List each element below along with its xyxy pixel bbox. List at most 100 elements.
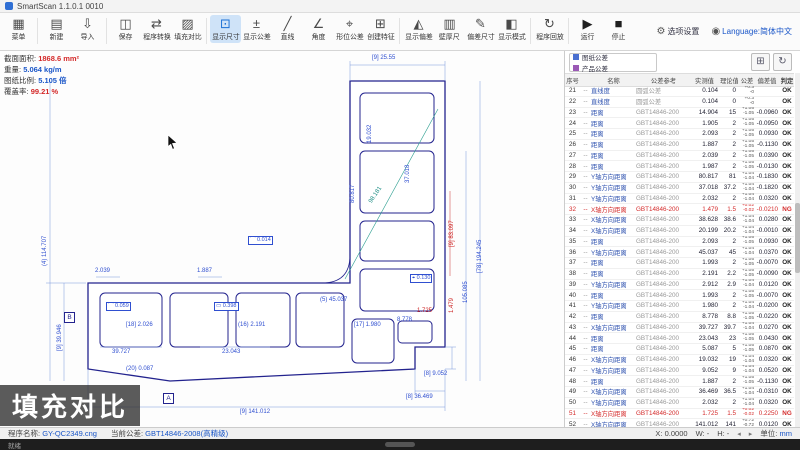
- cell-deviation: 0.0520: [756, 367, 780, 374]
- cell-tol-ref: GBT14846-200: [636, 388, 691, 395]
- cell-name: 距离: [591, 334, 636, 343]
- table-row[interactable]: 27--距离GBT14846-2002.0392+1.05-1.050.0390…: [565, 151, 794, 162]
- table-row[interactable]: 46--X轴方向距离GBT14846-20019.03219+1.04-1.04…: [565, 355, 794, 366]
- cell-result: OK: [780, 216, 794, 223]
- table-row[interactable]: 51--X轴方向距离GBT14846-2001.7251.5+0.02-0.02…: [565, 409, 794, 420]
- cell-tol-ref: GBT14846-200: [636, 259, 691, 266]
- table-row[interactable]: 28--距离GBT14846-2001.9872+1.05-1.05-0.013…: [565, 161, 794, 172]
- cell-nominal: 23: [720, 335, 738, 342]
- toolbar-item-display-mode[interactable]: ◧显示模式: [496, 15, 527, 43]
- table-row[interactable]: 23--距离GBT14846-20014.90415+1.05-1.05-0.0…: [565, 108, 794, 119]
- cell-measured: 36.469: [691, 388, 720, 395]
- table-row[interactable]: 49--X轴方向距离GBT14846-20036.46936.5+1.04-1.…: [565, 387, 794, 398]
- toolbar-item-line[interactable]: ╱直线: [272, 15, 303, 43]
- table-scrollbar[interactable]: [795, 73, 800, 427]
- table-row[interactable]: 40--距离GBT14846-2001.9932+1.05-1.05-0.007…: [565, 290, 794, 301]
- toolbar-item-program-replay[interactable]: ↻程序回放: [534, 15, 565, 43]
- scrollbar-thumb[interactable]: [795, 203, 800, 273]
- table-row[interactable]: 52--X轴方向距离GBT14846-200141.012141+0.72-0.…: [565, 419, 794, 427]
- legend-expand-button[interactable]: ⊞: [751, 53, 770, 71]
- toolbar-item-fill-compare[interactable]: ▨填充对比: [172, 15, 203, 43]
- cell-tol-ref: GBT14846-200: [636, 356, 691, 363]
- coord-h: H: -: [717, 429, 729, 438]
- cell-nominal: 37.2: [720, 184, 738, 191]
- cell-name: Y轴方向距离: [591, 301, 636, 310]
- table-row[interactable]: 31--Y轴方向距离GBT14846-2002.0322+1.04-1.040.…: [565, 194, 794, 205]
- table-row[interactable]: 44--距离GBT14846-20023.04323+1.05-1.050.04…: [565, 333, 794, 344]
- table-header: 序号名称公差参考实测值理论值公差偏差值判定: [565, 73, 794, 87]
- table-row[interactable]: 32--X轴方向距离GBT14846-2001.4791.5+0.02-0.02…: [565, 204, 794, 215]
- cell-measured: 0.104: [691, 87, 720, 94]
- table-row[interactable]: 26--距离GBT14846-2001.8872+1.05-1.05-0.113…: [565, 140, 794, 151]
- language-selector[interactable]: ◉Language:简体中文: [711, 21, 792, 39]
- table-row[interactable]: 41--Y轴方向距离GBT14846-2001.9802+1.04-1.04-0…: [565, 301, 794, 312]
- prev-arrow-icon[interactable]: ◂: [737, 430, 741, 438]
- table-row[interactable]: 30--Y轴方向距离GBT14846-20037.01837.2+1.04-1.…: [565, 183, 794, 194]
- cell-name: 距离: [591, 108, 636, 117]
- cell-deviation: -0.0070: [756, 292, 780, 299]
- toolbar-item-label: 程序回放: [536, 31, 564, 41]
- toolbar-item-create-feature[interactable]: ⊞创建特征: [365, 15, 396, 43]
- cell-result: OK: [780, 302, 794, 309]
- toolbar-item-stop[interactable]: ■停止: [603, 15, 634, 43]
- table-row[interactable]: 39--Y轴方向距离GBT14846-2002.9122.9+1.04-1.04…: [565, 280, 794, 291]
- table-row[interactable]: 22--直线度圆弧公差0.1040+0.3-0OK: [565, 97, 794, 108]
- table-row[interactable]: 29--Y轴方向距离GBT14846-20080.81781+1.04-1.04…: [565, 172, 794, 183]
- cell-nominal: 2: [720, 238, 738, 245]
- table-row[interactable]: 43--X轴方向距离GBT14846-20039.72739.7+1.04-1.…: [565, 323, 794, 334]
- table-row[interactable]: 21--直线度圆弧公差0.1040+0.3-0OK: [565, 86, 794, 97]
- toolbar-item-program-convert[interactable]: ⇄程序转换: [141, 15, 172, 43]
- table-row[interactable]: 36--Y轴方向距离GBT14846-20045.03745+1.04-1.04…: [565, 247, 794, 258]
- cell-deviation: -0.1830: [756, 173, 780, 180]
- toolbar-item-show-tolerance[interactable]: ±显示公差: [241, 15, 272, 43]
- taskbar-handle[interactable]: [385, 442, 415, 447]
- toolbar-item-new[interactable]: ▤新建: [41, 15, 72, 43]
- toolbar-item-gdt[interactable]: ⌖形位公差: [334, 15, 365, 43]
- table-row[interactable]: 38--距离GBT14846-2002.1912.2+1.05-1.05-0.0…: [565, 269, 794, 280]
- table-row[interactable]: 47--Y轴方向距离GBT14846-2009.0529+1.04-1.040.…: [565, 366, 794, 377]
- cell-name: X轴方向距离: [591, 205, 636, 214]
- toolbar-item-angle[interactable]: ∠角度: [303, 15, 334, 43]
- toolbar-item-label: 形位公差: [336, 31, 364, 41]
- table-row[interactable]: 37--距离GBT14846-2001.9932+1.05-1.05-0.007…: [565, 258, 794, 269]
- cell-prefix: --: [580, 195, 591, 202]
- toolbar-item-show-deviation[interactable]: ◭显示偏差: [403, 15, 434, 43]
- cell-result: OK: [780, 345, 794, 352]
- display-mode-icon: ◧: [505, 16, 517, 31]
- cell-name: X轴方向距离: [591, 215, 636, 224]
- table-row[interactable]: 25--距离GBT14846-2002.0932+1.05-1.050.0930…: [565, 129, 794, 140]
- cell-name: Y轴方向距离: [591, 366, 636, 375]
- next-arrow-icon[interactable]: ▸: [749, 430, 753, 438]
- cell-nominal: 2: [720, 399, 738, 406]
- legend-item[interactable]: 图纸公差: [573, 52, 656, 62]
- table-row[interactable]: 48--距离GBT14846-2001.8872+1.05-1.05-0.113…: [565, 376, 794, 387]
- cell-tolerance: +1.05-1.05: [738, 376, 756, 386]
- table-row[interactable]: 35--距离GBT14846-2002.0932+1.05-1.050.0930…: [565, 237, 794, 248]
- cell-measured: 1.887: [691, 141, 720, 148]
- table-row[interactable]: 50--Y轴方向距离GBT14846-2002.0322+1.04-1.040.…: [565, 398, 794, 409]
- toolbar-item-run[interactable]: ▶运行: [572, 15, 603, 43]
- table-row[interactable]: 33--X轴方向距离GBT14846-20038.62838.6+1.04-1.…: [565, 215, 794, 226]
- cell-tol-ref: GBT14846-200: [636, 109, 691, 116]
- cell-measured: 8.778: [691, 313, 720, 320]
- cell-measured: 5.087: [691, 345, 720, 352]
- toolbar-item-save[interactable]: ◫保存: [110, 15, 141, 43]
- toolbar-item-import[interactable]: ⇩导入: [72, 15, 103, 43]
- cell-deviation: 0.0320: [756, 356, 780, 363]
- drawing-canvas[interactable]: 截面面积: 1868.6 mm²重量: 5.064 kg/m图纸比例: 5.10…: [0, 51, 565, 427]
- toolbar-item-deviation-dims[interactable]: ✎偏差尺寸: [465, 15, 496, 43]
- settings-button[interactable]: ⚙选项设置: [656, 21, 699, 39]
- cell-seq: 47: [565, 367, 580, 374]
- cell-name: 直线度: [591, 86, 636, 95]
- toolbar-item-menu[interactable]: ▦菜单: [3, 15, 34, 43]
- cell-deviation: 0.0320: [756, 195, 780, 202]
- table-row[interactable]: 42--距离GBT14846-2008.7788.8+1.05-1.05-0.0…: [565, 312, 794, 323]
- toolbar-item-show-dimensions[interactable]: ⊡显示尺寸: [210, 15, 241, 43]
- toolbar-item-wall-thickness[interactable]: ▥壁厚尺: [434, 15, 465, 43]
- legend-refresh-button[interactable]: ↻: [773, 53, 792, 71]
- table-row[interactable]: 45--距离GBT14846-2005.0875+1.05-1.050.0870…: [565, 344, 794, 355]
- table-row[interactable]: 24--距离GBT14846-2001.9052+1.05-1.05-0.095…: [565, 118, 794, 129]
- cell-prefix: --: [580, 345, 591, 352]
- table-row[interactable]: 34--X轴方向距离GBT14846-20020.19920.2+1.04-1.…: [565, 226, 794, 237]
- legend-item[interactable]: 产品公差: [573, 63, 656, 73]
